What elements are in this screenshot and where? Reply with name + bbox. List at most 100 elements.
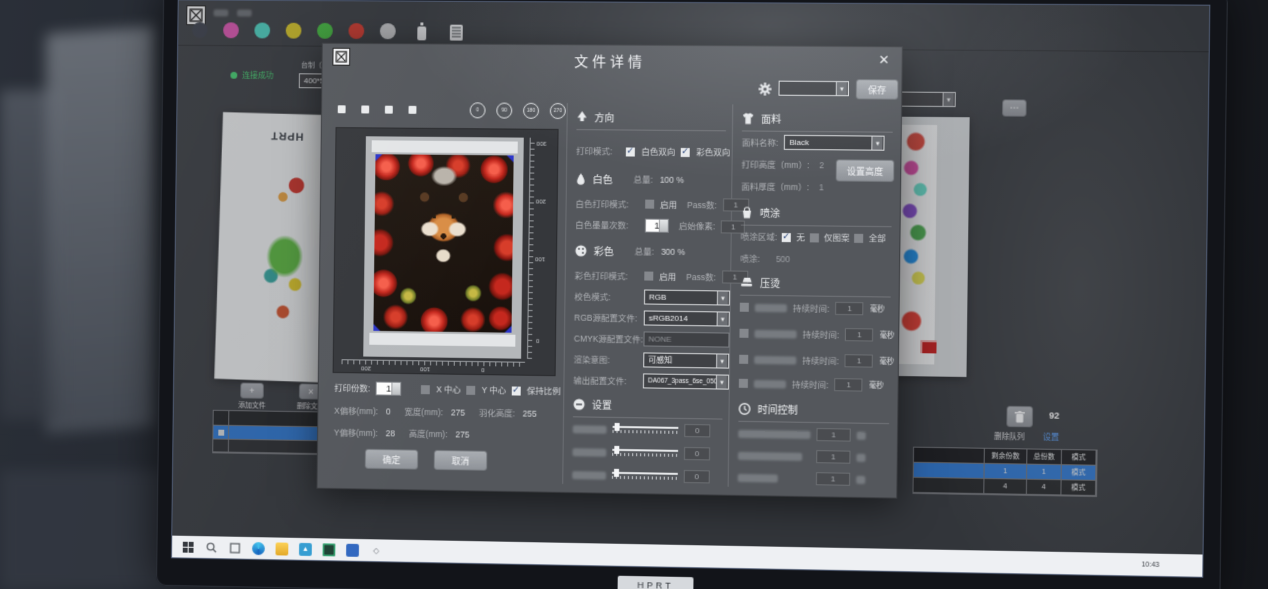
app-icon-green[interactable] xyxy=(323,543,336,556)
cmyk-profile-select: NONE xyxy=(643,331,729,347)
x-center-checkbox[interactable] xyxy=(421,385,430,394)
illegible-label xyxy=(754,379,786,387)
rotate-0-button[interactable]: 0 xyxy=(470,102,486,118)
cancel-button[interactable]: 取消 xyxy=(434,450,488,471)
setting-slider[interactable] xyxy=(612,470,678,481)
chevron-down-icon: ▾ xyxy=(836,82,847,95)
clamp-bar-bottom xyxy=(369,333,515,347)
gear-icon[interactable] xyxy=(758,83,771,96)
keep-ratio-checkbox[interactable] xyxy=(512,386,521,395)
cmyk-profile-row: CMYK源配置文件: NONE xyxy=(574,331,730,348)
white-layer-stepper[interactable]: 1 xyxy=(645,219,669,233)
file-explorer-icon[interactable] xyxy=(276,542,289,555)
tool-square-icon[interactable] xyxy=(338,105,346,113)
color-total-value[interactable]: 300 % xyxy=(661,246,685,256)
close-dialog-icon[interactable]: ✕ xyxy=(878,52,889,68)
fabric-thickness-row: 面料厚度（mm）: 1 xyxy=(741,181,824,194)
slider-row: 0 xyxy=(572,445,710,460)
y-offset-value[interactable]: 28 xyxy=(386,428,395,438)
task-view-icon[interactable] xyxy=(229,541,242,554)
taskbar-clock[interactable]: 10:43 xyxy=(1141,561,1159,568)
feather-value[interactable]: 255 xyxy=(523,409,537,419)
screen: 连接成功 台制（单位:mm） 400*500▾ HPRT + 添加文件 ✕ xyxy=(171,0,1210,578)
tray-icon[interactable]: ◇ xyxy=(370,544,383,557)
fabric-thickness-value[interactable]: 1 xyxy=(819,182,824,192)
press-checkbox[interactable] xyxy=(739,329,748,338)
illegible-label xyxy=(738,429,810,438)
slider-row: 0 xyxy=(573,422,711,437)
width-value[interactable]: 275 xyxy=(451,407,465,417)
calib-mode-select[interactable]: RGB▾ xyxy=(644,290,730,306)
setting-value[interactable]: 0 xyxy=(684,447,710,460)
timing-value[interactable]: 1 xyxy=(816,428,850,442)
section-direction: 方向 xyxy=(576,109,726,131)
timing-value[interactable]: 1 xyxy=(816,450,850,464)
color-enable-checkbox[interactable] xyxy=(644,272,653,281)
render-intent-select[interactable]: 可感知▾ xyxy=(643,352,729,368)
photos-icon[interactable]: ▲ xyxy=(299,542,312,555)
print-preview-canvas[interactable]: 300 200 100 0 200 100 0 xyxy=(333,127,559,376)
spray-pattern-checkbox[interactable] xyxy=(810,233,819,242)
white-enable-checkbox[interactable] xyxy=(645,200,654,209)
tool-square-icon[interactable] xyxy=(385,106,393,114)
corner-marker xyxy=(373,324,380,331)
edge-icon[interactable] xyxy=(252,542,265,555)
press-duration-value[interactable]: 1 xyxy=(835,302,863,315)
press-checkbox[interactable] xyxy=(739,355,748,364)
illegible-label xyxy=(755,303,787,311)
timing-row: 1 xyxy=(738,427,866,442)
white-bidi-checkbox[interactable] xyxy=(626,147,635,156)
start-button[interactable] xyxy=(182,540,195,553)
setting-slider[interactable] xyxy=(613,424,679,435)
press-checkbox[interactable] xyxy=(739,379,748,388)
droplet-icon xyxy=(576,172,586,184)
timing-value[interactable]: 1 xyxy=(816,472,850,486)
chevron-down-icon: ▾ xyxy=(872,137,883,150)
rgb-profile-select[interactable]: sRGB2014▾ xyxy=(644,310,730,326)
ruler-label: 300 xyxy=(537,140,547,146)
color-bidi-checkbox[interactable] xyxy=(681,147,690,156)
spray-value[interactable]: 500 xyxy=(776,254,790,264)
copies-stepper[interactable]: 1 xyxy=(376,382,402,396)
press-checkbox[interactable] xyxy=(740,303,749,312)
spray-all-checkbox[interactable] xyxy=(854,233,863,242)
white-layer-row: 白色墨量次数: 1 启始像素: 1 xyxy=(575,218,745,234)
set-height-button[interactable]: 设置高度 xyxy=(836,159,895,182)
x-offset-value[interactable]: 0 xyxy=(386,406,391,416)
search-icon[interactable] xyxy=(205,541,218,554)
dialog-title: 文件详情 xyxy=(323,50,902,74)
ok-button[interactable]: 确定 xyxy=(365,449,418,470)
rotate-270-button[interactable]: 270 xyxy=(550,103,566,119)
arrow-up-icon xyxy=(577,111,588,122)
save-button[interactable]: 保存 xyxy=(856,79,899,99)
illegible-label xyxy=(754,329,796,338)
rotate-180-button[interactable]: 180 xyxy=(523,103,539,119)
output-profile-select[interactable]: DA067_3pass_6se_050▾ xyxy=(643,373,729,389)
setting-slider[interactable] xyxy=(612,447,678,458)
bucket-icon xyxy=(741,206,753,218)
tool-square-icon[interactable] xyxy=(361,105,369,113)
rotate-90-button[interactable]: 90 xyxy=(496,103,512,119)
ruler-label: 100 xyxy=(535,255,545,261)
section-press: 压烫 xyxy=(740,275,891,298)
press-duration-value[interactable]: 1 xyxy=(845,328,873,341)
minus-circle-icon xyxy=(573,398,585,410)
setting-value[interactable]: 0 xyxy=(684,470,710,483)
y-center-checkbox[interactable] xyxy=(467,385,476,394)
white-total-value[interactable]: 100 % xyxy=(660,174,684,184)
spray-none-checkbox[interactable] xyxy=(782,233,791,242)
print-height-value[interactable]: 2 xyxy=(819,160,824,170)
section-color: 彩色 总量: 300 % xyxy=(575,243,725,265)
tool-square-icon[interactable] xyxy=(408,106,416,114)
preset-select[interactable]: ▾ xyxy=(778,81,849,97)
height-value[interactable]: 275 xyxy=(455,429,469,439)
palette-icon xyxy=(575,244,587,256)
corner-marker xyxy=(507,155,514,162)
fabric-name-select[interactable]: Black▾ xyxy=(784,135,885,151)
clamp-bar-top xyxy=(372,140,518,153)
setting-value[interactable]: 0 xyxy=(684,424,710,437)
app-icon-blue[interactable] xyxy=(346,543,359,556)
press-duration-value[interactable]: 1 xyxy=(845,354,873,367)
ruler-label: 200 xyxy=(536,198,546,204)
press-duration-value[interactable]: 1 xyxy=(834,378,862,391)
